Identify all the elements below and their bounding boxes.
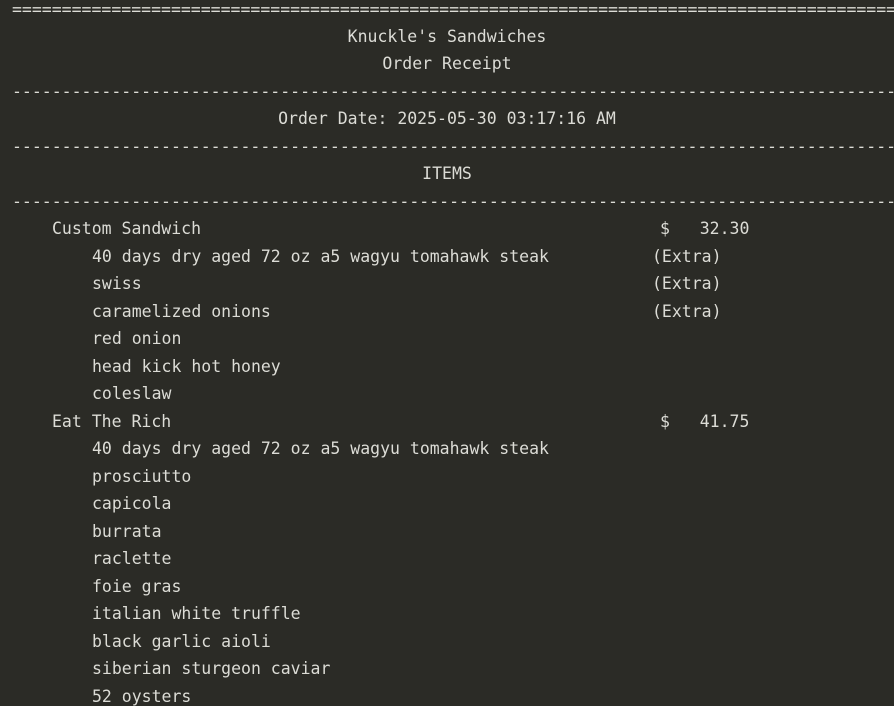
- item-price: $ 32.30: [660, 219, 750, 238]
- topping-name: coleslaw: [92, 384, 172, 403]
- list-item: caramelized onions (Extra): [12, 298, 894, 326]
- rule-single: ----------------------------------------…: [12, 82, 894, 101]
- extra-tag: (Extra): [652, 247, 722, 266]
- shop-name: Knuckle's Sandwiches: [347, 27, 547, 46]
- topping-name: caramelized onions: [92, 302, 271, 321]
- topping-name: burrata: [92, 522, 162, 541]
- list-item: head kick hot honey: [12, 353, 894, 381]
- table-row: Custom Sandwich $ 32.30: [12, 215, 894, 243]
- list-item: red onion: [12, 325, 894, 353]
- list-item: capicola: [12, 490, 894, 518]
- list-item: raclette: [12, 545, 894, 573]
- item-price: $ 41.75: [660, 412, 750, 431]
- topping-name: head kick hot honey: [92, 357, 281, 376]
- item-name: Custom Sandwich: [52, 219, 202, 238]
- table-row: Eat The Rich $ 41.75: [12, 408, 894, 436]
- terminal-output: ========================================…: [0, 0, 894, 706]
- topping-name: prosciutto: [92, 467, 192, 486]
- topping-name: raclette: [92, 549, 172, 568]
- order-date: Order Date: 2025-05-30 03:17:16 AM: [278, 109, 616, 128]
- rule-single: ----------------------------------------…: [12, 192, 894, 211]
- list-item: burrata: [12, 518, 894, 546]
- rule-single: ----------------------------------------…: [12, 137, 894, 156]
- list-item: 52 oysters: [12, 683, 894, 706]
- list-item: prosciutto: [12, 463, 894, 491]
- extra-tag: (Extra): [652, 302, 722, 321]
- topping-name: italian white truffle: [92, 604, 301, 623]
- items-header: ITEMS: [422, 164, 472, 183]
- topping-name: red onion: [92, 329, 182, 348]
- topping-name: capicola: [92, 494, 172, 513]
- list-item: italian white truffle: [12, 600, 894, 628]
- topping-name: 40 days dry aged 72 oz a5 wagyu tomahawk…: [92, 439, 549, 458]
- topping-name: siberian sturgeon caviar: [92, 659, 331, 678]
- topping-name: foie gras: [92, 577, 182, 596]
- topping-name: 52 oysters: [92, 687, 192, 706]
- item-name: Eat The Rich: [52, 412, 172, 431]
- list-item: 40 days dry aged 72 oz a5 wagyu tomahawk…: [12, 243, 894, 271]
- list-item: foie gras: [12, 573, 894, 601]
- topping-name: 40 days dry aged 72 oz a5 wagyu tomahawk…: [92, 247, 549, 266]
- topping-name: swiss: [92, 274, 142, 293]
- list-item: coleslaw: [12, 380, 894, 408]
- list-item: siberian sturgeon caviar: [12, 655, 894, 683]
- receipt-subtitle: Order Receipt: [382, 54, 512, 73]
- list-item: black garlic aioli: [12, 628, 894, 656]
- list-item: 40 days dry aged 72 oz a5 wagyu tomahawk…: [12, 435, 894, 463]
- rule-double: ========================================…: [12, 0, 894, 19]
- extra-tag: (Extra): [652, 274, 722, 293]
- topping-name: black garlic aioli: [92, 632, 271, 651]
- list-item: swiss (Extra): [12, 270, 894, 298]
